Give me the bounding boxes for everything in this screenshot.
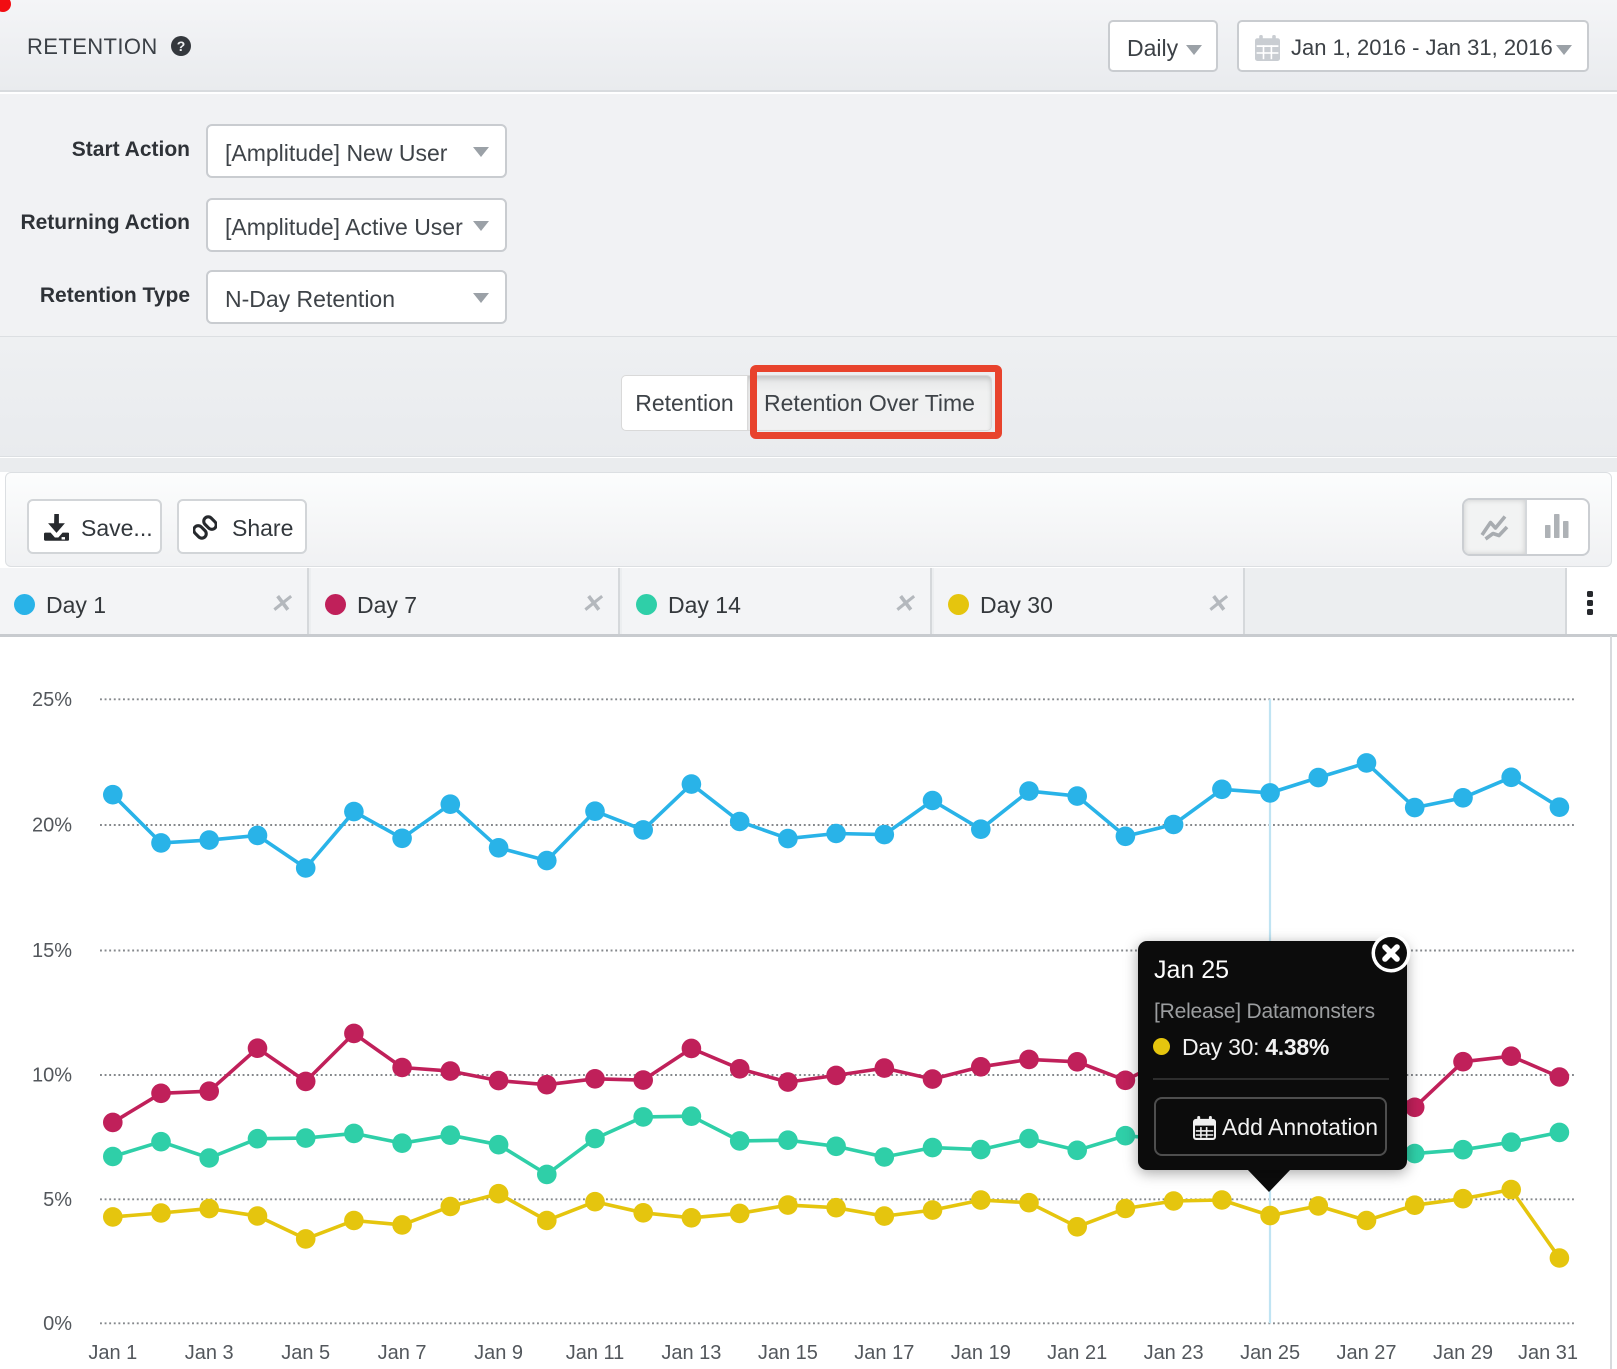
svg-text:0%: 0% — [43, 1313, 72, 1335]
svg-text:Jan 19: Jan 19 — [951, 1342, 1011, 1364]
svg-text:Jan 17: Jan 17 — [854, 1342, 914, 1364]
svg-text:?: ? — [177, 38, 186, 54]
svg-text:10%: 10% — [32, 1065, 72, 1087]
svg-text:Jan 27: Jan 27 — [1336, 1342, 1396, 1364]
svg-text:15%: 15% — [32, 940, 72, 962]
svg-text:5%: 5% — [43, 1189, 72, 1211]
svg-text:Jan 7: Jan 7 — [378, 1342, 427, 1364]
svg-text:Jan 3: Jan 3 — [185, 1342, 234, 1364]
svg-text:Jan 9: Jan 9 — [474, 1342, 523, 1364]
svg-text:Jan 31: Jan 31 — [1518, 1342, 1578, 1364]
svg-text:Jan 23: Jan 23 — [1144, 1342, 1204, 1364]
svg-text:Jan 5: Jan 5 — [281, 1342, 330, 1364]
svg-text:Jan 1: Jan 1 — [88, 1342, 137, 1364]
svg-text:Jan 21: Jan 21 — [1047, 1342, 1107, 1364]
svg-text:25%: 25% — [32, 689, 72, 711]
svg-text:20%: 20% — [32, 815, 72, 837]
svg-text:Jan 11: Jan 11 — [566, 1342, 625, 1364]
svg-text:Jan 13: Jan 13 — [661, 1342, 721, 1364]
svg-text:Jan 29: Jan 29 — [1433, 1342, 1493, 1364]
svg-text:Jan 25: Jan 25 — [1240, 1342, 1300, 1364]
svg-text:Jan 15: Jan 15 — [758, 1342, 818, 1364]
